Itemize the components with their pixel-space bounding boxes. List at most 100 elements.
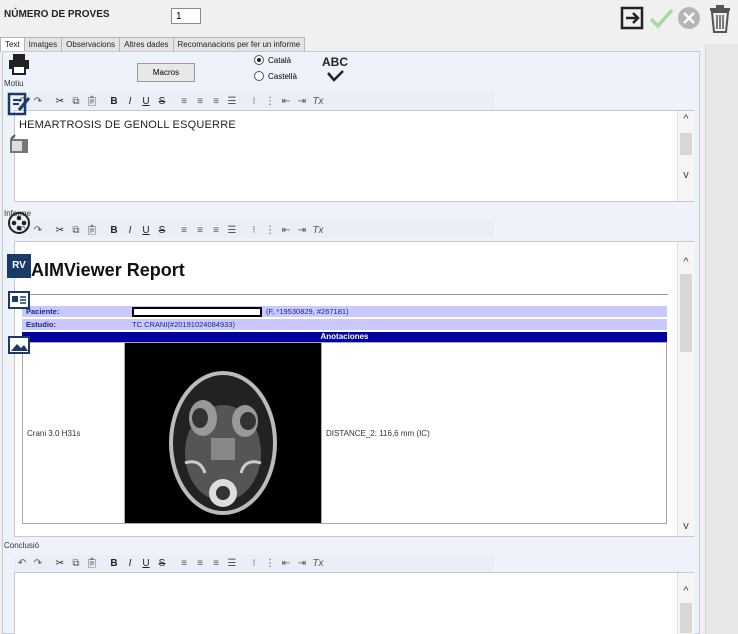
underline-icon[interactable]: U (138, 225, 154, 236)
film-reel-icon[interactable] (7, 211, 31, 235)
scroll-up-icon[interactable]: ^ (678, 256, 694, 268)
clear-format-icon[interactable]: Tx (310, 558, 326, 569)
tab-observacions[interactable]: Observacions (61, 37, 121, 51)
print-icon[interactable] (7, 52, 31, 76)
italic-icon[interactable]: I (122, 225, 138, 236)
bold-icon[interactable]: B (106, 96, 122, 107)
conclusio-editor[interactable] (14, 572, 694, 634)
bullet-list-icon[interactable]: ⁝ (246, 225, 262, 236)
bold-icon[interactable]: B (106, 225, 122, 236)
spellcheck-icon[interactable]: ABC (318, 55, 352, 85)
align-justify-icon[interactable]: ☰ (224, 96, 240, 107)
paciente-value: (F, *19530829, #267181) (266, 307, 349, 316)
align-right-icon[interactable]: ≡ (208, 96, 224, 107)
align-center-icon[interactable]: ≡ (192, 96, 208, 107)
tab-imatges[interactable]: Imatges (23, 37, 63, 51)
scroll-down-icon[interactable]: v (678, 169, 694, 181)
numbered-list-icon[interactable]: ⋮ (262, 96, 278, 107)
underline-icon[interactable]: U (138, 96, 154, 107)
outdent-icon[interactable]: ⇤ (278, 558, 294, 569)
clear-format-icon[interactable]: Tx (310, 225, 326, 236)
indent-icon[interactable]: ⇥ (294, 225, 310, 236)
radio-catala[interactable]: Català (254, 55, 291, 65)
cancel-icon[interactable] (676, 5, 702, 31)
indent-icon[interactable]: ⇥ (294, 96, 310, 107)
informe-toolbar: ↶ ↷ ✂ ⧉ 📋︎ B I U S ≡ ≡ ≡ ☰ ⁝ ⋮ ⇤ ⇥ Tx (14, 222, 494, 238)
radio-selected-icon (254, 55, 264, 65)
numbered-list-icon[interactable]: ⋮ (262, 225, 278, 236)
ct-scan-image (125, 343, 321, 523)
align-left-icon[interactable]: ≡ (176, 225, 192, 236)
scroll-up-icon[interactable]: ^ (678, 113, 694, 125)
report-title: RAIMViewer Report (18, 260, 185, 280)
strikethrough-icon[interactable]: S (154, 96, 170, 107)
informe-scrollbar[interactable]: ^ v (677, 242, 694, 536)
scroll-thumb[interactable] (680, 274, 692, 352)
conclusio-scrollbar[interactable]: ^ (677, 573, 694, 634)
check-icon[interactable] (648, 5, 674, 31)
motiu-editor[interactable]: HEMARTROSIS DE GENOLL ESQUERRE (14, 110, 694, 202)
num-proves-label: NÚMERO DE PROVES (4, 9, 110, 20)
align-justify-icon[interactable]: ☰ (224, 225, 240, 236)
outdent-icon[interactable]: ⇤ (278, 225, 294, 236)
bold-icon[interactable]: B (106, 558, 122, 569)
tab-text[interactable]: Text (0, 37, 25, 52)
copy-icon[interactable]: ⧉ (68, 96, 84, 107)
conclusio-toolbar: ↶ ↷ ✂ ⧉ 📋︎ B I U S ≡ ≡ ≡ ☰ ⁝ ⋮ ⇤ ⇥ Tx (14, 555, 494, 571)
id-card-icon[interactable] (7, 288, 31, 312)
cut-icon[interactable]: ✂ (52, 225, 68, 236)
report-divider (18, 294, 668, 295)
macros-button[interactable]: Macros (137, 63, 195, 82)
redo-icon[interactable]: ↷ (30, 96, 46, 107)
spellcheck-label: ABC (322, 55, 348, 69)
strikethrough-icon[interactable]: S (154, 558, 170, 569)
outdent-icon[interactable]: ⇤ (278, 96, 294, 107)
indent-icon[interactable]: ⇥ (294, 558, 310, 569)
strikethrough-icon[interactable]: S (154, 225, 170, 236)
redacted-name (132, 306, 262, 317)
numbered-list-icon[interactable]: ⋮ (262, 558, 278, 569)
italic-icon[interactable]: I (122, 96, 138, 107)
num-proves-input[interactable]: 1 (171, 8, 201, 24)
image-icon[interactable] (7, 333, 31, 357)
clear-format-icon[interactable]: Tx (310, 96, 326, 107)
align-left-icon[interactable]: ≡ (176, 558, 192, 569)
motiu-text[interactable]: HEMARTROSIS DE GENOLL ESQUERRE (15, 111, 693, 139)
radio-castella[interactable]: Castellà (254, 71, 297, 81)
italic-icon[interactable]: I (122, 558, 138, 569)
series-label: Crani 3.0 H31s (23, 343, 125, 523)
tab-bar: Text Imatges Observacions Altres dades R… (0, 37, 306, 52)
bullet-list-icon[interactable]: ⁝ (246, 558, 262, 569)
bullet-list-icon[interactable]: ⁝ (246, 96, 262, 107)
paste-icon[interactable]: 📋︎ (84, 558, 100, 569)
note-icon[interactable] (7, 133, 31, 157)
cut-icon[interactable]: ✂ (52, 96, 68, 107)
tab-recomanacions[interactable]: Recomanacions per fer un informe (172, 37, 306, 51)
motiu-scrollbar[interactable]: ^ v (677, 111, 694, 201)
align-justify-icon[interactable]: ☰ (224, 558, 240, 569)
align-center-icon[interactable]: ≡ (192, 225, 208, 236)
redo-icon[interactable]: ↷ (30, 225, 46, 236)
rv-icon[interactable]: RV (7, 254, 31, 278)
scroll-down-icon[interactable]: v (678, 520, 694, 532)
cut-icon[interactable]: ✂ (52, 558, 68, 569)
trash-icon[interactable] (706, 4, 734, 34)
copy-icon[interactable]: ⧉ (68, 558, 84, 569)
copy-icon[interactable]: ⧉ (68, 225, 84, 236)
align-left-icon[interactable]: ≡ (176, 96, 192, 107)
align-right-icon[interactable]: ≡ (208, 225, 224, 236)
align-center-icon[interactable]: ≡ (192, 558, 208, 569)
paste-icon[interactable]: 📋︎ (84, 225, 100, 236)
edit-document-icon[interactable] (7, 92, 31, 116)
scroll-up-icon[interactable]: ^ (678, 585, 694, 597)
enter-icon[interactable] (620, 5, 646, 31)
tab-altres-dades[interactable]: Altres dades (119, 37, 174, 51)
measurement-text: DISTANCE_2: 116,6 mm (IC) (326, 428, 430, 438)
underline-icon[interactable]: U (138, 558, 154, 569)
undo-icon[interactable]: ↶ (14, 558, 30, 569)
align-right-icon[interactable]: ≡ (208, 558, 224, 569)
redo-icon[interactable]: ↷ (30, 558, 46, 569)
scroll-thumb[interactable] (680, 603, 692, 633)
paste-icon[interactable]: 📋︎ (84, 96, 100, 107)
scroll-thumb[interactable] (680, 133, 692, 155)
